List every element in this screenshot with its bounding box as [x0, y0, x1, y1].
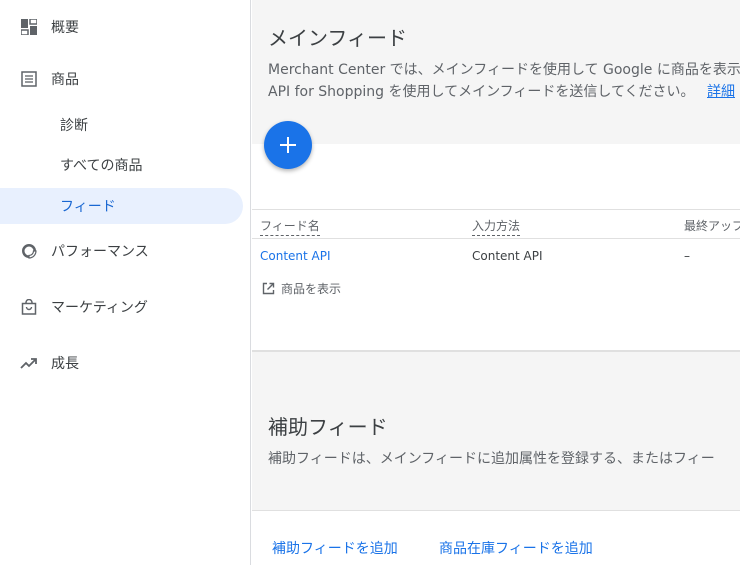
feed-name-link[interactable]: Content API — [260, 249, 331, 263]
supplemental-feeds-actions: 補助フィードを追加 商品在庫フィードを追加 — [252, 510, 740, 565]
add-feed-button[interactable] — [264, 121, 312, 169]
sidebar-subitem-label: フィード — [60, 199, 116, 215]
sidebar-item-label: パフォーマンス — [51, 244, 149, 260]
feeds-table-header: フィード名 入力方法 最終アップ — [252, 209, 740, 239]
learn-more-link[interactable]: 詳細 — [707, 84, 735, 100]
sidebar-item-label: 成長 — [51, 356, 79, 372]
view-products-label: 商品を表示 — [281, 282, 342, 296]
sidebar-item-label: 商品 — [51, 72, 79, 88]
shopping-bag-icon — [20, 298, 38, 316]
main-feeds-desc-line1: Merchant Center では、メインフィードを使用して Google に… — [268, 62, 740, 78]
add-supplemental-feed-button[interactable]: 補助フィードを追加 — [272, 538, 398, 558]
main-feeds-desc-text: API for Shopping を使用してメインフィードを送信してください。 — [268, 84, 695, 100]
feed-last-updated: – — [684, 249, 690, 263]
column-feed-name[interactable]: フィード名 — [260, 217, 320, 236]
sidebar-item-products[interactable]: 商品 — [0, 61, 251, 97]
column-input-method[interactable]: 入力方法 — [472, 217, 521, 236]
dashboard-icon — [20, 18, 38, 36]
add-inventory-feed-button[interactable]: 商品在庫フィードを追加 — [439, 538, 593, 558]
supplemental-feeds-title: 補助フィード — [268, 415, 388, 439]
supplemental-feeds-desc: 補助フィードは、メインフィードに追加属性を登録する、またはフィー — [268, 451, 715, 467]
sidebar-item-label: 概要 — [51, 20, 79, 36]
sidebar-item-label: マーケティング — [51, 300, 148, 316]
column-last-updated[interactable]: 最終アップ — [684, 217, 740, 234]
sidebar-item-growth[interactable]: 成長 — [0, 345, 251, 381]
sidebar-subitem-all-products[interactable]: すべての商品 — [0, 147, 243, 183]
trending-up-icon — [20, 354, 38, 372]
main-feeds-desc-line2: API for Shopping を使用してメインフィードを送信してください。 … — [268, 81, 735, 103]
list-icon — [20, 70, 38, 88]
plus-icon — [280, 137, 296, 153]
sidebar-item-marketing[interactable]: マーケティング — [0, 289, 251, 325]
sidebar-subitem-diagnostics[interactable]: 診断 — [0, 107, 243, 143]
view-products-link[interactable]: 商品を表示 — [262, 280, 341, 297]
sidebar-item-performance[interactable]: パフォーマンス — [0, 233, 251, 269]
sidebar-subitem-feeds[interactable]: フィード — [0, 188, 243, 224]
open-in-new-icon — [262, 282, 275, 295]
donut-chart-icon — [20, 242, 38, 260]
main-content: メインフィード Merchant Center では、メインフィードを使用して … — [252, 0, 740, 565]
feed-input-method: Content API — [472, 249, 543, 263]
sidebar-subitem-label: 診断 — [60, 118, 88, 134]
main-feeds-card: フィード名 入力方法 最終アップ Content API Content API… — [252, 144, 740, 352]
sidebar-item-overview[interactable]: 概要 — [0, 9, 251, 45]
main-feeds-title: メインフィード — [268, 26, 407, 50]
sidebar: 概要 商品 診断 すべての商品 フィード パフォーマンス マーケティング 成長 — [0, 0, 251, 565]
sidebar-subitem-label: すべての商品 — [60, 158, 143, 174]
